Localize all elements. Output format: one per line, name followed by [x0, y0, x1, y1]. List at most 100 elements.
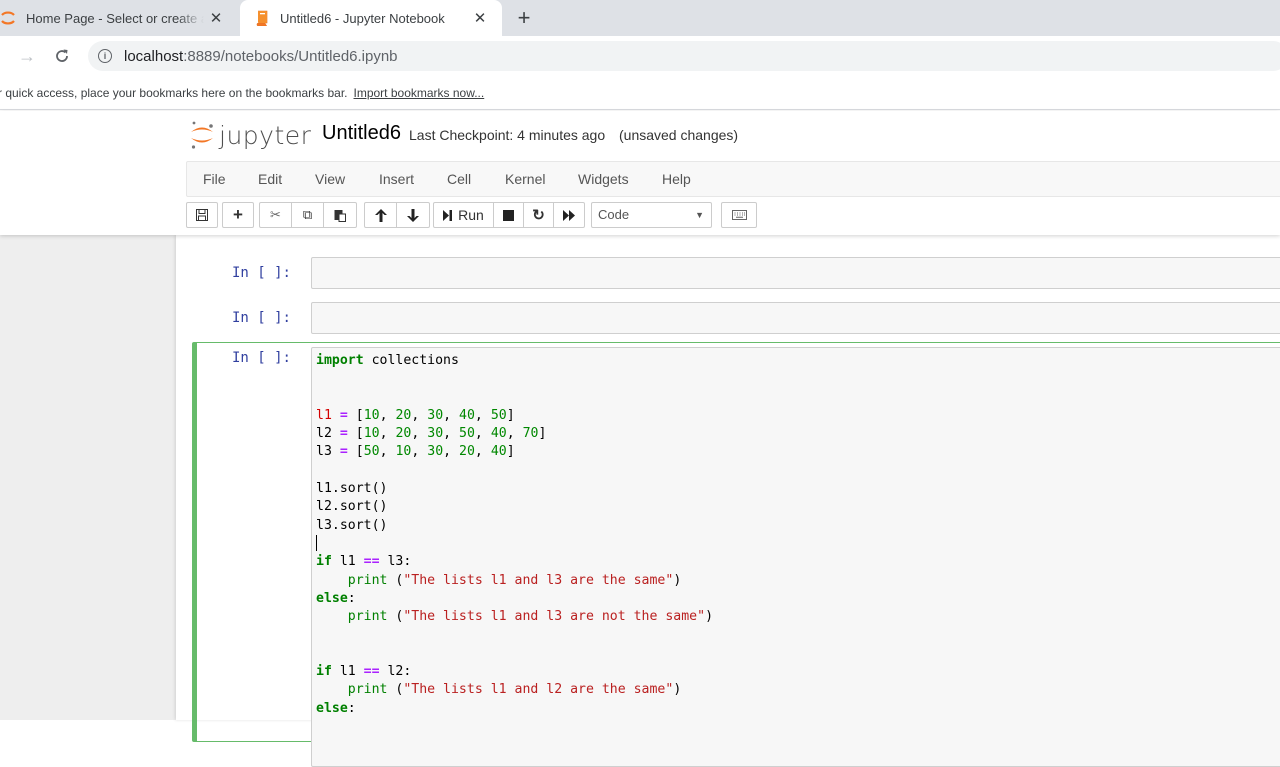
jupyter-logo-text: jupyter [219, 120, 312, 150]
menu-cell[interactable]: Cell [447, 171, 471, 187]
code-token: 10 [363, 426, 380, 442]
code-token: 40 [490, 444, 507, 460]
code-token: 10 [363, 407, 380, 423]
jupyter-logo-icon [191, 121, 213, 149]
code-token: 70 [522, 426, 539, 442]
code-token: 20 [395, 426, 412, 442]
menu-edit[interactable]: Edit [258, 171, 282, 187]
code-token: == [363, 664, 380, 680]
import-bookmarks-link[interactable]: Import bookmarks now... [354, 86, 485, 100]
close-tab-icon[interactable]: ✕ [204, 6, 228, 30]
code-token: ) [673, 682, 682, 698]
code-token: 10 [395, 444, 412, 460]
code-cell-1[interactable]: In [ ]: [192, 257, 1280, 291]
menu-bar: File Edit View Insert Cell Kernel Widget… [186, 161, 1280, 197]
insert-group: + [222, 202, 254, 228]
url-host: localhost [124, 47, 184, 65]
code-token: == [363, 554, 380, 570]
code-token: print [347, 682, 388, 698]
code-token: , [379, 444, 396, 460]
cell-input[interactable] [311, 302, 1280, 334]
run-label: Run [458, 207, 484, 223]
url-text[interactable]: localhost:8889/notebooks/Untitled6.ipynb [124, 48, 398, 65]
tab-home-page[interactable]: Home Page - Select or create a notebook … [0, 0, 238, 36]
menu-file[interactable]: File [203, 171, 226, 187]
code-line [316, 534, 1280, 553]
code-token: collections [363, 353, 459, 368]
insert-cell-button[interactable]: + [223, 203, 253, 227]
code-token: 40 [459, 407, 475, 423]
site-info-icon[interactable]: i [98, 49, 112, 63]
code-token: : [347, 590, 356, 606]
code-token: print [347, 572, 388, 588]
notebook-name[interactable]: Untitled6 [322, 122, 401, 145]
code-token: l1 [316, 407, 332, 423]
menu-help[interactable]: Help [662, 171, 691, 187]
paste-button[interactable] [324, 203, 356, 227]
code-token: , [474, 426, 491, 442]
jupyter-logo[interactable]: jupyter [189, 120, 311, 150]
code-token: else [316, 590, 348, 606]
code-token: = [339, 426, 348, 442]
command-palette-button[interactable] [722, 203, 756, 227]
code-line: if l1 == l3: [316, 553, 1280, 571]
interrupt-kernel-button[interactable] [494, 203, 524, 227]
move-down-button[interactable] [397, 203, 429, 227]
cell-prompt: In [ ]: [231, 310, 291, 326]
paste-icon [334, 209, 346, 222]
save-button[interactable] [187, 203, 217, 227]
forward-button[interactable]: → [15, 44, 39, 68]
menu-insert[interactable]: Insert [379, 171, 414, 187]
new-tab-button[interactable]: + [512, 6, 536, 30]
code-editor[interactable]: import collections l1 = [10, 20, 30, 40, … [312, 348, 1280, 722]
cell-prompt: In [ ]: [231, 350, 291, 366]
code-line: print ("The lists l1 and l3 are not the … [316, 608, 1280, 626]
close-tab-icon[interactable]: ✕ [468, 6, 492, 30]
cell-input[interactable] [311, 257, 1280, 289]
code-token: [ [347, 426, 364, 442]
jupyter-logo-icon [1, 11, 15, 25]
code-token: l1 [331, 554, 364, 570]
edit-group: ✂ ⧉ [259, 202, 357, 228]
address-bar[interactable]: i localhost:8889/notebooks/Untitled6.ipy… [88, 41, 1280, 71]
code-cell-2[interactable]: In [ ]: [192, 302, 1280, 336]
cell-input[interactable]: import collections l1 = [10, 20, 30, 40, … [311, 347, 1280, 767]
code-token: , [379, 426, 396, 442]
run-group: Run ↻ [433, 202, 585, 228]
code-token: : [347, 700, 356, 716]
run-button[interactable]: Run [434, 203, 494, 227]
restart-run-all-button[interactable] [554, 203, 584, 227]
code-token: l1.sort() [316, 481, 388, 497]
fast-forward-icon [562, 209, 575, 221]
menu-view[interactable]: View [315, 171, 345, 187]
copy-button[interactable]: ⧉ [292, 203, 324, 227]
url-path: :8889/notebooks/Untitled6.ipynb [183, 47, 398, 65]
code-token: import [316, 353, 364, 368]
cell-prompt: In [ ]: [231, 265, 291, 281]
move-up-button[interactable] [365, 203, 397, 227]
code-token: 20 [395, 407, 412, 423]
plus-icon: + [233, 205, 243, 224]
menu-widgets[interactable]: Widgets [578, 171, 629, 187]
code-line: l1 = [10, 20, 30, 40, 50] [316, 407, 1280, 425]
code-line: import collections [316, 352, 1280, 370]
code-token: l3 [316, 444, 332, 460]
restart-kernel-button[interactable]: ↻ [524, 203, 554, 227]
browser-toolbar: → i localhost:8889/notebooks/Untitled6.i… [0, 36, 1280, 76]
last-checkpoint: Last Checkpoint: 4 minutes ago [409, 127, 606, 143]
move-group [364, 202, 430, 228]
code-token: l2.sort() [316, 499, 388, 515]
code-line: if l1 == l2: [316, 663, 1280, 681]
cut-button[interactable]: ✂ [260, 203, 292, 227]
reload-button[interactable] [50, 44, 74, 68]
menu-kernel[interactable]: Kernel [505, 171, 545, 187]
code-token: , [443, 444, 460, 460]
cell-type-select[interactable]: Code ▼ [591, 202, 712, 228]
code-cell-3-selected[interactable]: In [ ]: import collections l1 = [10, 20, … [192, 342, 1280, 767]
tab-untitled6[interactable]: Untitled6 - Jupyter Notebook ✕ [240, 0, 502, 36]
